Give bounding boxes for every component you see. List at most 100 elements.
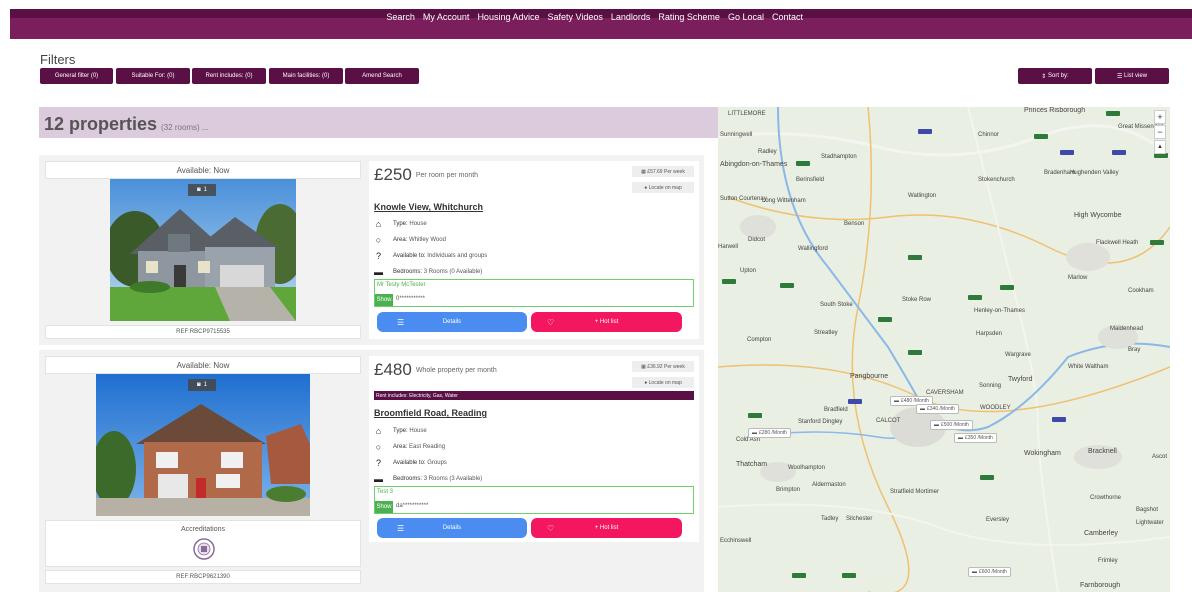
contact-name: Test 3 <box>377 489 394 495</box>
map-road-shield <box>1106 111 1120 116</box>
map-road-shield <box>748 413 762 418</box>
available-to-row: ? Available to: Individuals and groups <box>374 251 487 261</box>
map-place-label: Camberley <box>1084 530 1118 537</box>
map-place-label: Ascot <box>1152 454 1168 460</box>
photo-count: 1 <box>203 382 207 388</box>
map-place-label: Sutton Courtenay <box>720 196 767 202</box>
suitable-for-filter-button[interactable]: Suitable For: (0) <box>116 68 190 84</box>
map-road-shield <box>908 255 922 260</box>
nav-landlords[interactable]: Landlords <box>611 12 651 22</box>
sort-icon: ⇕ <box>1041 73 1048 80</box>
price-amount: £250 <box>374 165 412 184</box>
map-road-shield <box>842 573 856 578</box>
availability-label: Available: Now <box>45 161 361 179</box>
price-per-week: ▦ £36.92 Per week <box>632 361 694 372</box>
house-photo-image <box>96 374 310 516</box>
show-contact-button[interactable]: Show <box>375 294 393 306</box>
nav-rating-scheme[interactable]: Rating Scheme <box>658 12 720 22</box>
type-row: ⌂ Type: House <box>374 219 427 229</box>
available-to-value: Groups <box>427 460 447 466</box>
map-price-pin[interactable]: ▬ £280 /Month <box>748 428 791 438</box>
map-panel[interactable]: LITTLEMORE Sunningwell Radley Stadhampto… <box>718 107 1170 592</box>
contact-box: Test 3 Show da*********** <box>374 486 694 514</box>
photo-count-badge: ◙ 1 <box>188 379 216 391</box>
map-road-shield <box>1000 285 1014 290</box>
camera-icon: ◙ <box>197 382 201 388</box>
hot-list-button[interactable]: ♡ + Hot list <box>531 312 682 332</box>
map-place-label: Sunningwell <box>720 132 753 138</box>
map-place-label: Silchester <box>846 516 873 522</box>
map-price-pin[interactable]: ▬ £600 /Month <box>968 567 1011 577</box>
available-to-row: ? Available to: Groups <box>374 458 447 468</box>
property-title-link[interactable]: Broomfield Road, Reading <box>374 408 487 418</box>
map-place-label: Compton <box>747 337 772 343</box>
details-button[interactable]: ☰ Details <box>377 518 527 538</box>
nav-go-local[interactable]: Go Local <box>728 12 764 22</box>
heart-icon: ♡ <box>547 317 555 327</box>
results-count: 12 properties (32 rooms) ... <box>44 114 209 135</box>
photo-count-badge: ◙ 1 <box>188 184 216 196</box>
map-place-label: Bradfield <box>824 407 848 413</box>
price-per-week-text: £36.92 Per week <box>647 363 685 370</box>
map-place-label: Ecchinswell <box>720 538 752 544</box>
hot-list-button[interactable]: ♡ + Hot list <box>531 518 682 538</box>
type-row: ⌂ Type: House <box>374 426 427 436</box>
area-label: Area: <box>393 237 408 243</box>
nav-search[interactable]: Search <box>386 12 415 22</box>
map-price-pin[interactable]: ▬ £500 /Month <box>930 420 973 430</box>
zoom-in-button[interactable]: + <box>1154 110 1166 124</box>
map-road-shield <box>918 129 932 134</box>
nav-contact[interactable]: Contact <box>772 12 803 22</box>
details-button[interactable]: ☰ Details <box>377 312 527 332</box>
property-card: Available: Now ◙ 1 REF:RBCP9715535 £250 … <box>39 155 704 345</box>
locate-on-map-text: Locate on map <box>648 184 682 191</box>
map-price-pin[interactable]: ▬ £350 /Month <box>954 433 997 443</box>
camera-icon: ◙ <box>197 187 201 193</box>
property-price: £480 Whole property per month <box>374 360 497 380</box>
nav-safety-videos[interactable]: Safety Videos <box>547 12 602 22</box>
property-photo[interactable]: ◙ 1 <box>96 374 310 516</box>
amend-search-button[interactable]: Amend Search <box>345 68 419 84</box>
locate-on-map-link[interactable]: ● Locate on map <box>632 377 694 388</box>
accreditation-seal-icon <box>193 538 215 560</box>
map-pin-price: £500 /Month <box>941 422 969 428</box>
general-filter-button[interactable]: General filter (0) <box>40 68 113 84</box>
map-price-pin[interactable]: ▬ £340 /Month <box>916 404 959 414</box>
bedrooms-label: Bedrooms: <box>393 476 423 482</box>
accreditations-label: Accreditations <box>181 526 225 533</box>
main-facilities-filter-button[interactable]: Main facilities: (0) <box>269 68 343 84</box>
map-pin-price: £340 /Month <box>927 406 955 412</box>
rent-includes-filter-button[interactable]: Rent includes: (0) <box>192 68 266 84</box>
map-road-shield <box>908 350 922 355</box>
list-view-label: List view <box>1124 73 1148 79</box>
contact-masked: da*********** <box>396 503 429 509</box>
available-to-value: Individuals and groups <box>427 253 488 259</box>
compass-north-button[interactable]: ▲ <box>1154 140 1166 154</box>
contact-masked: 0*********** <box>396 296 426 302</box>
locate-on-map-link[interactable]: ● Locate on map <box>632 182 694 193</box>
sort-by-button[interactable]: ⇕ Sort by: <box>1018 68 1092 84</box>
nav-housing-advice[interactable]: Housing Advice <box>477 12 539 22</box>
map-road-shield <box>1060 150 1074 155</box>
contact-box: Mr Testy McTester Show 0*********** <box>374 279 694 307</box>
map-place-label: Stadhampton <box>821 154 857 160</box>
area-label: Area: <box>393 444 408 450</box>
map-place-label: Bracknell <box>1088 448 1117 455</box>
property-title-link[interactable]: Knowle View, Whitchurch <box>374 202 483 212</box>
nav-my-account[interactable]: My Account <box>423 12 470 22</box>
property-photo[interactable]: ◙ 1 <box>110 179 296 321</box>
bed-icon: ▬ <box>958 435 963 441</box>
zoom-out-button[interactable]: − <box>1154 125 1166 139</box>
map-road-shield <box>848 399 862 404</box>
show-contact-button[interactable]: Show <box>375 501 393 513</box>
map-road-shield <box>968 295 982 300</box>
map-place-label: Harwell <box>718 244 739 250</box>
price-basis: Per room per month <box>415 172 479 180</box>
type-label: Type: <box>393 221 408 227</box>
list-view-button[interactable]: ☰ List view <box>1095 68 1169 84</box>
filters-title: Filters <box>40 52 76 67</box>
bed-icon: ▬ <box>894 398 899 404</box>
map-road-shield <box>796 161 810 166</box>
area-value: Whitley Wood <box>409 237 446 243</box>
property-card: Available: Now ◙ 1 Accreditations REF:RB… <box>39 350 704 592</box>
